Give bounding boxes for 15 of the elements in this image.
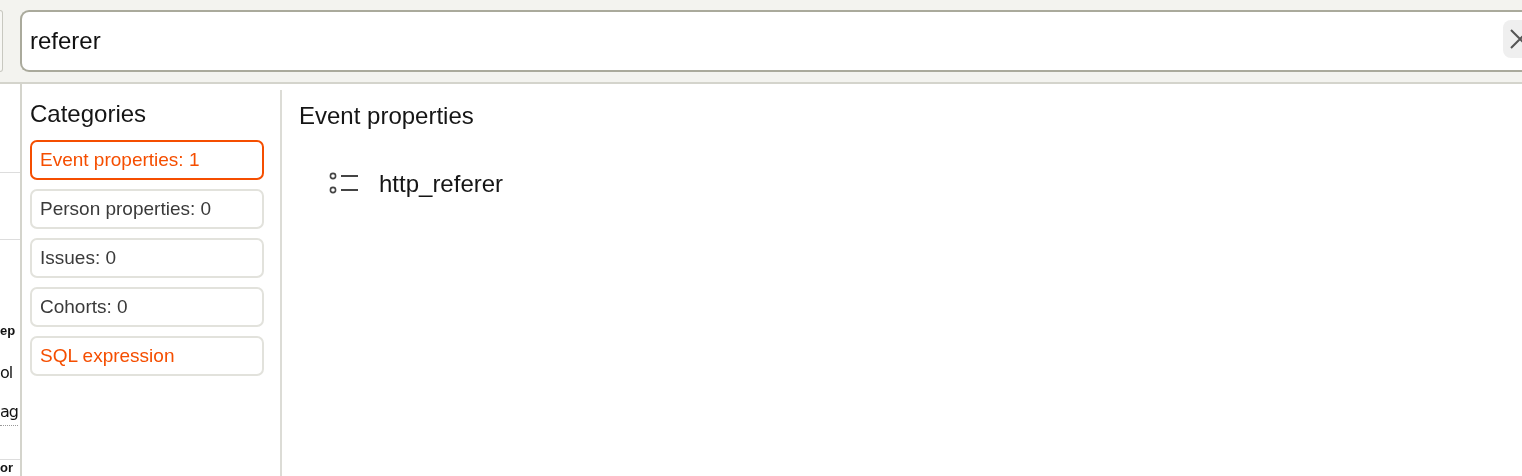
category-button[interactable]: Cohorts: 0	[30, 287, 264, 327]
text-fragment: ag	[0, 402, 18, 427]
list-icon	[329, 172, 359, 196]
categories-title: Categories	[30, 100, 148, 128]
category-button[interactable]: Event properties: 1	[30, 140, 264, 180]
clear-button[interactable]	[1503, 20, 1522, 58]
search-field[interactable]: referer	[20, 10, 1522, 72]
section-title: Event properties	[299, 102, 475, 130]
sql-button[interactable]: SQL expression	[30, 336, 264, 376]
heading-fragment: or	[0, 460, 13, 476]
heading-fragment: ep	[0, 322, 16, 339]
property-item[interactable]: http_referer	[329, 170, 504, 198]
category-button[interactable]: Issues: 0	[30, 238, 264, 278]
text-fragment: ol	[0, 363, 13, 383]
category-button[interactable]: Person properties: 0	[30, 189, 264, 229]
